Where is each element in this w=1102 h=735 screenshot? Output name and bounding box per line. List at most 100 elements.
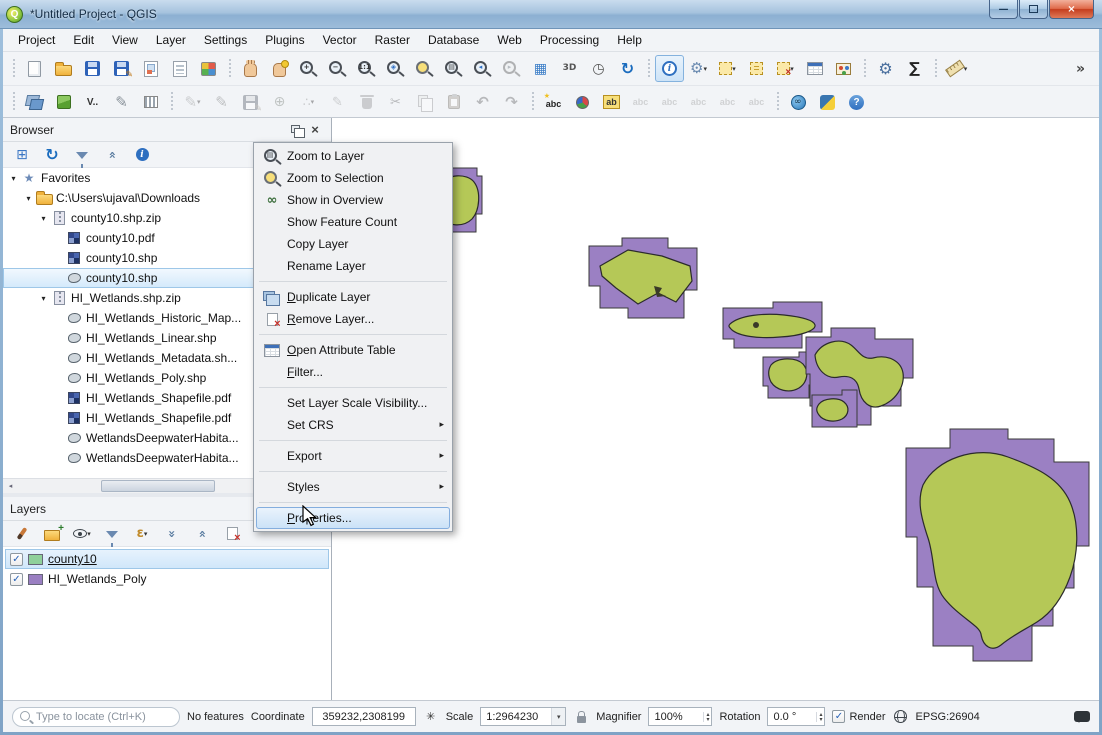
menu-raster[interactable]: Raster — [366, 30, 419, 50]
layer-visibility-checkbox[interactable]: ✓ — [10, 553, 23, 566]
save-project-as-button[interactable]: ✎ — [107, 55, 136, 82]
add-group-button[interactable] — [42, 524, 62, 544]
scale-combo[interactable]: 1:2964230 ▾ — [480, 707, 566, 726]
dropdown-arrow-icon[interactable]: ▾ — [311, 98, 315, 106]
menu-project[interactable]: Project — [9, 30, 64, 50]
dropdown-arrow-icon[interactable]: ▾ — [87, 530, 91, 538]
select-features-button[interactable]: ▾ — [713, 55, 742, 82]
context-menu-item-remove-layer[interactable]: Remove Layer... — [256, 308, 450, 330]
manage-map-themes-button[interactable]: ▾ — [72, 524, 92, 544]
spinner-arrows-icon[interactable]: ▴▾ — [816, 712, 824, 722]
spinner-arrows-icon[interactable]: ▴▾ — [703, 712, 711, 722]
deselect-features-button[interactable]: ▾ — [771, 55, 800, 82]
filter-by-expression-button[interactable]: ε▾ — [132, 524, 152, 544]
open-layer-styling-button[interactable] — [12, 524, 32, 544]
identify-features-button[interactable]: i — [655, 55, 684, 82]
zoom-out-button[interactable]: − — [323, 55, 352, 82]
coordinate-input[interactable] — [312, 707, 416, 726]
menu-vector[interactable]: Vector — [314, 30, 366, 50]
menu-help[interactable]: Help — [608, 30, 651, 50]
menu-web[interactable]: Web — [488, 30, 530, 50]
layer-item-county10[interactable]: ✓county10 — [5, 549, 329, 569]
run-feature-action-button[interactable]: ⚙▾ — [684, 55, 713, 82]
collapse-all-browser-button[interactable]: » — [102, 145, 122, 165]
context-menu-item-properties[interactable]: Properties... — [256, 507, 450, 529]
context-menu-item-open-attribute-table[interactable]: Open Attribute Table — [256, 339, 450, 361]
lock-scale-icon[interactable] — [573, 711, 589, 723]
menu-edit[interactable]: Edit — [64, 30, 103, 50]
new-temporary-scratch-layer-button[interactable]: ✎ — [107, 89, 136, 116]
filter-browser-button[interactable] — [72, 145, 92, 165]
properties-widget-button[interactable]: i — [132, 145, 152, 165]
expander-icon[interactable]: ▾ — [37, 214, 50, 223]
crs-label[interactable]: EPSG:26904 — [916, 711, 980, 723]
menu-layer[interactable]: Layer — [147, 30, 195, 50]
open-data-source-manager-button[interactable] — [20, 89, 49, 116]
float-panel-button[interactable] — [288, 121, 306, 139]
context-menu-item-set-crs[interactable]: Set CRS▸ — [256, 414, 450, 436]
zoom-in-button[interactable]: + — [294, 55, 323, 82]
menu-processing[interactable]: Processing — [531, 30, 608, 50]
context-menu-item-zoom-to-layer[interactable]: ▤Zoom to Layer — [256, 145, 450, 167]
filter-legend-button[interactable] — [102, 524, 122, 544]
save-project-button[interactable] — [78, 55, 107, 82]
dropdown-arrow-icon[interactable]: ▾ — [197, 98, 201, 106]
collapse-all-layers-button[interactable]: » — [192, 524, 212, 544]
select-features-by-value-button[interactable] — [742, 55, 771, 82]
render-checkbox[interactable]: ✓ — [832, 710, 845, 723]
messages-button[interactable] — [1074, 711, 1090, 722]
zoom-to-selection-button[interactable] — [410, 55, 439, 82]
menu-settings[interactable]: Settings — [195, 30, 256, 50]
expander-icon[interactable]: ▾ — [37, 294, 50, 303]
expand-all-button[interactable]: » — [162, 524, 182, 544]
pan-to-selection-button[interactable] — [265, 55, 294, 82]
new-shapefile-layer-button[interactable]: V.. — [78, 89, 107, 116]
minimize-button[interactable]: — — [989, 0, 1018, 19]
python-console-button[interactable] — [813, 89, 842, 116]
titlebar[interactable]: Q *Untitled Project - QGIS — [0, 0, 1102, 29]
close-button[interactable]: × — [1049, 0, 1094, 19]
context-menu-item-show-feature-count[interactable]: Show Feature Count — [256, 211, 450, 233]
style-manager-button[interactable] — [194, 55, 223, 82]
context-menu-item-styles[interactable]: Styles▸ — [256, 476, 450, 498]
locate-box[interactable]: Type to locate (Ctrl+K) — [12, 707, 180, 727]
menu-plugins[interactable]: Plugins — [256, 30, 313, 50]
new-project-button[interactable] — [20, 55, 49, 82]
rotation-spinbox[interactable]: 0.0 ° ▴▾ — [767, 707, 825, 726]
open-attribute-table-button[interactable] — [800, 55, 829, 82]
toolbar-overflow-button[interactable]: » — [1066, 55, 1095, 82]
zoom-native-button[interactable]: 1:1 — [352, 55, 381, 82]
expander-icon[interactable]: ▾ — [22, 194, 35, 203]
layer-visibility-checkbox[interactable]: ✓ — [10, 573, 23, 586]
scroll-left-icon[interactable]: ◂ — [3, 482, 18, 490]
crs-icon[interactable] — [893, 710, 909, 723]
maximize-button[interactable] — [1019, 0, 1048, 19]
open-project-button[interactable] — [49, 55, 78, 82]
dropdown-arrow-icon[interactable]: ▾ — [703, 65, 707, 73]
context-menu-item-show-in-overview[interactable]: ∞Show in Overview — [256, 189, 450, 211]
dropdown-arrow-icon[interactable]: ▾ — [144, 530, 148, 538]
refresh-browser-button[interactable]: ↻ — [42, 145, 62, 165]
metasearch-button[interactable] — [784, 89, 813, 116]
show-layout-manager-button[interactable] — [165, 55, 194, 82]
zoom-full-button[interactable]: ◈ — [381, 55, 410, 82]
field-calculator-button[interactable] — [829, 55, 858, 82]
context-menu-item-rename-layer[interactable]: Rename Layer — [256, 255, 450, 277]
measure-line-button[interactable]: ▾ — [942, 55, 971, 82]
scrollbar-thumb[interactable] — [101, 480, 214, 492]
context-menu-item-filter[interactable]: Filter... — [256, 361, 450, 383]
context-menu-item-set-layer-scale-visibility[interactable]: Set Layer Scale Visibility... — [256, 392, 450, 414]
new-geopackage-layer-button[interactable] — [49, 89, 78, 116]
add-selected-layers-button[interactable]: ⊞ — [12, 145, 32, 165]
new-print-layout-button[interactable] — [136, 55, 165, 82]
layer-labeling-options-button[interactable]: abc — [539, 89, 568, 116]
close-panel-button[interactable]: × — [306, 121, 324, 139]
chevron-down-icon[interactable]: ▾ — [551, 708, 565, 725]
processing-toolbox-button[interactable]: ⚙ — [871, 55, 900, 82]
new-map-view-button[interactable]: ▦ — [526, 55, 555, 82]
dropdown-arrow-icon[interactable]: ▾ — [732, 65, 736, 73]
highlight-pinned-labels-button[interactable]: ab — [597, 89, 626, 116]
new-3d-map-view-button[interactable]: 3D — [555, 55, 584, 82]
expander-icon[interactable]: ▾ — [7, 174, 20, 183]
context-menu-item-export[interactable]: Export▸ — [256, 445, 450, 467]
